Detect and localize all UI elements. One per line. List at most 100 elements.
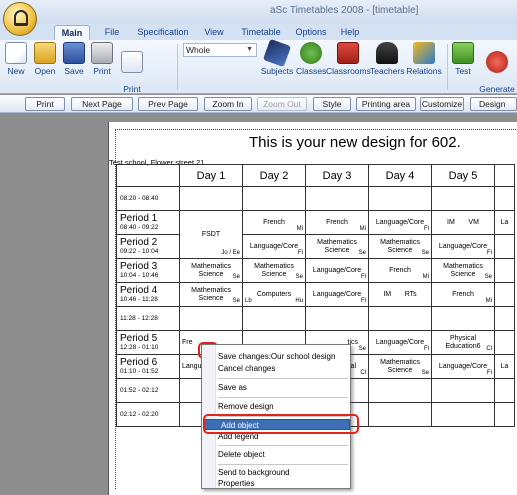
folder-icon (34, 42, 56, 64)
empty-slot (242, 306, 306, 331)
tab-timetable[interactable]: Timetable (236, 25, 286, 40)
generate-new-button[interactable]: Generate new (478, 42, 516, 103)
lesson-slot[interactable]: FSDT Jo / Ee (179, 210, 243, 259)
lesson-teacher: Fi (487, 250, 492, 256)
lesson-subject: al (350, 362, 356, 370)
classrooms-button[interactable]: Classrooms (326, 42, 371, 76)
lesson-slot[interactable]: IM RTs (368, 282, 432, 307)
lesson-teacher: Jo / Ee (221, 250, 240, 256)
lesson-teacher: Fi (424, 346, 429, 352)
lesson-slot[interactable]: Mathematics Science Se (179, 258, 243, 283)
lesson-teacher: Cl (360, 370, 366, 376)
teachers-button[interactable]: Teachers (370, 42, 405, 76)
zoom-out-button[interactable]: Zoom Out (257, 97, 307, 111)
printing-area-button[interactable]: Printing area (356, 97, 416, 111)
lesson-slot[interactable]: Language/Core Fi (305, 282, 369, 307)
corner-cell (116, 164, 180, 187)
subjects-icon (262, 38, 292, 68)
empty-slot (494, 186, 515, 211)
app-menu-button[interactable] (3, 2, 37, 36)
lesson-teacher: Se (484, 274, 492, 280)
menu-item-send-to-background[interactable]: Send to background (218, 467, 348, 478)
classes-label: Classes (296, 66, 327, 76)
zoom-in-button[interactable]: Zoom In (204, 97, 252, 111)
menu-item-delete-object[interactable]: Delete object (218, 449, 348, 460)
lesson-slot[interactable]: Language/Core Fi (242, 234, 306, 259)
period-name: Period 6 (120, 357, 158, 368)
tab-options[interactable]: Options (292, 25, 330, 40)
style-button[interactable]: Style (313, 97, 351, 111)
lesson-subject: Mathematics Science (380, 358, 420, 374)
open-button[interactable]: Open (32, 42, 58, 76)
lesson-slot[interactable]: French Mi (305, 210, 369, 235)
lesson-slot[interactable]: Mathematics Science Se (431, 258, 495, 283)
lesson-slot[interactable]: Computers Lb Hu (242, 282, 306, 307)
bell-icon (14, 10, 28, 26)
subjects-button[interactable]: Subjects (260, 38, 294, 76)
lesson-teacher: Se (421, 370, 429, 376)
period-name: Period 4 (120, 285, 158, 296)
lesson-teacher: Mi (359, 226, 366, 232)
menu-item-cancel-changes[interactable]: Cancel changes (218, 363, 348, 374)
lesson-subject: Mathematics Science (317, 238, 357, 254)
period-cell: 02:12 - 02:20 (116, 402, 180, 427)
menu-item-remove-design[interactable]: Remove design (218, 401, 348, 412)
period-time: 01:52 - 02:12 (120, 387, 159, 394)
classes-button[interactable]: Classes (296, 42, 326, 76)
period-time: 02:12 - 02:20 (120, 411, 159, 418)
empty-slot (494, 306, 515, 331)
menu-item-properties[interactable]: Properties (218, 478, 348, 489)
lesson-slot[interactable]: Language/Core Fi (305, 258, 369, 283)
tab-help[interactable]: Help (338, 25, 362, 40)
lesson-slot[interactable]: French Mi (431, 282, 495, 307)
generate-icon (486, 51, 508, 73)
lesson-teacher: Fi (298, 250, 303, 256)
add-object-highlight (203, 414, 359, 434)
relations-button[interactable]: Relations (404, 42, 444, 76)
period-cell: Period 4 10:46 - 11:28 (116, 282, 180, 307)
lesson-slot[interactable]: Mathematics Science Se (368, 354, 432, 379)
lesson-slot-cut (494, 282, 515, 307)
lesson-slot[interactable]: Mathematics Science Se (242, 258, 306, 283)
lesson-slot[interactable]: Language/Core Fi (368, 210, 432, 235)
ribbon-separator (447, 44, 448, 90)
lesson-slot[interactable]: Mathematics Science Se (368, 234, 432, 259)
prev-page-button[interactable]: Prev Page (138, 97, 198, 111)
lesson-slot[interactable]: Mathematics Science Se (305, 234, 369, 259)
tab-main[interactable]: Main (54, 25, 90, 40)
print-label: Print (93, 66, 111, 76)
new-button[interactable]: New (4, 42, 28, 76)
customize-button[interactable]: Customize (420, 97, 464, 111)
menu-item-save-as[interactable]: Save as (218, 382, 348, 393)
tab-specification[interactable]: Specification (132, 25, 194, 40)
test-button[interactable]: Test (451, 42, 475, 76)
period-time: 12:28 - 01:10 (120, 344, 159, 351)
design-button[interactable]: Design (470, 97, 517, 111)
next-page-button[interactable]: Next Page (71, 97, 133, 111)
lesson-slot[interactable]: French Mi (242, 210, 306, 235)
lesson-teacher: Cl (486, 346, 492, 352)
menu-item-save-changes[interactable]: Save changes:Our school design (218, 351, 348, 362)
lesson-subject: French (452, 290, 474, 298)
print-preview-button[interactable]: Print preview (116, 42, 148, 103)
classrooms-label: Classrooms (326, 66, 371, 76)
save-button[interactable]: Save (62, 42, 86, 76)
print-button[interactable]: Print (90, 42, 114, 76)
lesson-slot[interactable]: Mathematics Science Se (179, 282, 243, 307)
lesson-teacher: Se (232, 274, 240, 280)
lesson-slot[interactable]: IM VM (431, 210, 495, 235)
lesson-slot[interactable]: French Mi (368, 258, 432, 283)
tab-file[interactable]: File (98, 25, 126, 40)
view-dropdown[interactable]: Whole ▼ (183, 43, 257, 57)
lesson-slot[interactable]: Physical Education6 Cl (431, 330, 495, 355)
print-page-button[interactable]: Print (25, 97, 65, 111)
day-header: Day 1 (179, 164, 243, 187)
lesson-slot[interactable]: Language/Core Fi (368, 330, 432, 355)
lesson-slot[interactable]: Language/Core Fi (431, 354, 495, 379)
lesson-subject: Computers (256, 290, 292, 298)
menu-separator (218, 378, 348, 379)
lesson-slot[interactable]: Language/Core Fi (431, 234, 495, 259)
page-title[interactable]: This is your new design for 602. (249, 134, 461, 151)
empty-slot (494, 378, 515, 403)
tab-view[interactable]: View (200, 25, 228, 40)
